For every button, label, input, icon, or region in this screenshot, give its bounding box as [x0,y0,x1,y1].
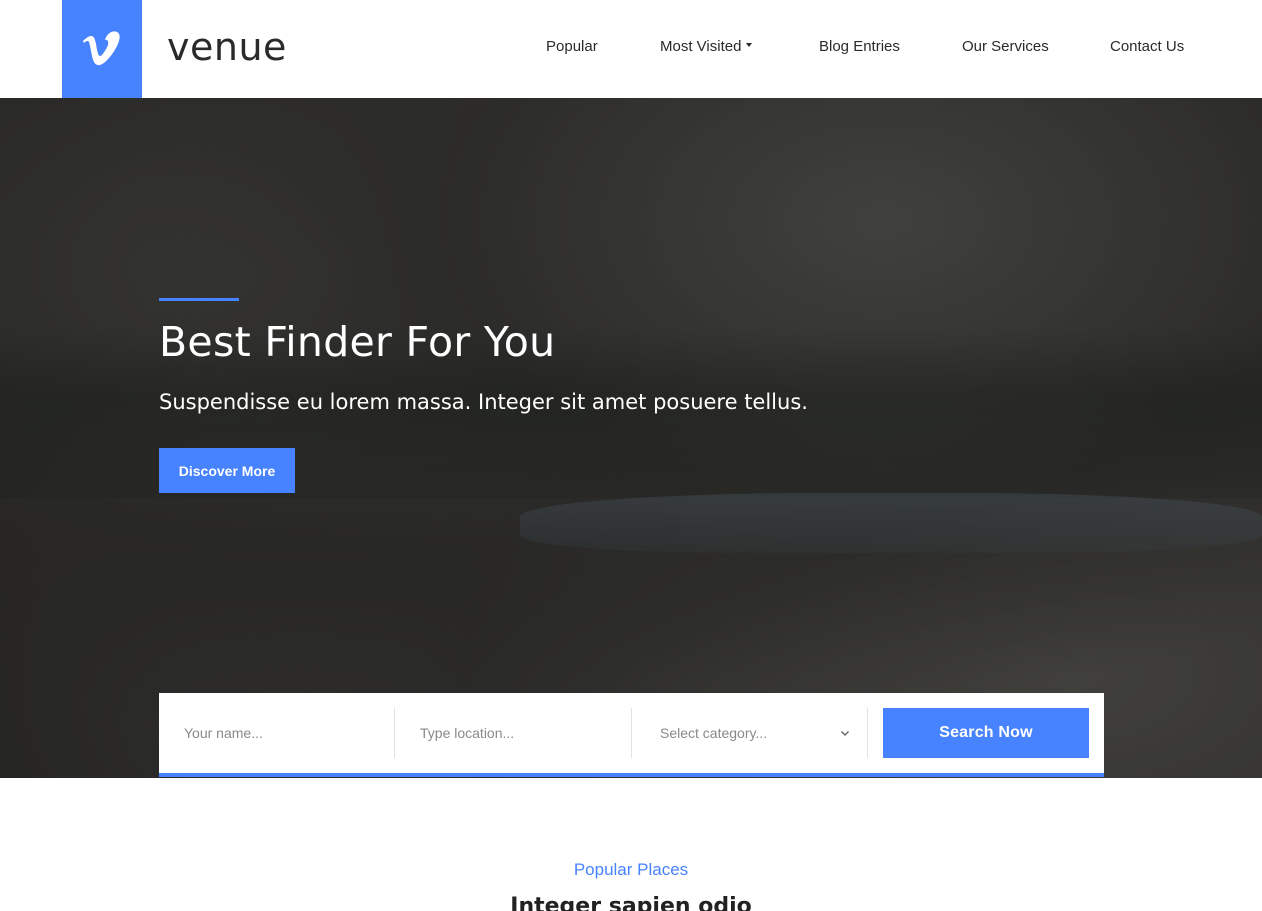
nav-item-label: Most Visited [660,38,742,55]
nav-item-blog-entries[interactable]: Blog Entries [819,38,900,55]
nav-item-label: Contact Us [1110,38,1185,55]
category-select-value: Select category... [660,725,768,741]
name-field-wrapper [184,708,384,758]
category-select[interactable]: Select category... [660,708,850,758]
site-header: venue Popular Most Visited Blog Entries … [0,0,1262,98]
nav-item-most-visited[interactable]: Most Visited [660,38,753,55]
location-input[interactable] [420,708,620,758]
name-input[interactable] [184,708,384,758]
discover-more-button[interactable]: Discover More [159,448,295,493]
nav-item-contact-us[interactable]: Contact Us [1110,38,1184,55]
caret-down-icon [746,43,753,48]
field-divider [867,708,868,758]
nav-item-label: Blog Entries [819,38,900,55]
field-divider [631,708,632,758]
field-divider [394,708,395,758]
nav-item-label: Our Services [962,38,1049,55]
search-form: Select category... Search Now [159,693,1104,777]
search-now-button[interactable]: Search Now [883,708,1089,758]
nav-item-our-services[interactable]: Our Services [962,38,1049,55]
chevron-down-icon [841,731,849,736]
hero-background-lake [520,493,1262,553]
hero-subtitle: Suspendisse eu lorem massa. Integer sit … [159,390,808,414]
main-nav: Popular Most Visited Blog Entries Our Se… [0,38,1262,60]
section-title: Integer sapien odio [510,894,752,911]
hero-title: Best Finder For You [159,318,556,366]
nav-item-label: Popular [546,38,598,55]
section-kicker: Popular Places [573,860,689,879]
hero-accent-line [159,298,239,301]
nav-item-popular[interactable]: Popular [546,38,598,55]
location-field-wrapper [420,708,620,758]
hero-banner [0,98,1262,778]
